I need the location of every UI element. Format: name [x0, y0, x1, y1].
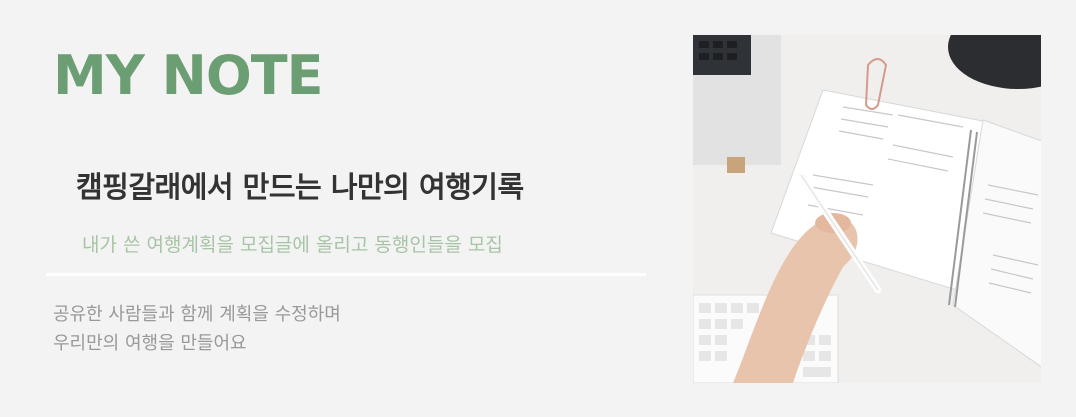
divider	[46, 273, 646, 276]
description-line: 우리만의 여행을 만들어요	[53, 333, 247, 354]
description-line: 공유한 사람들과 함께 계획을 수정하며	[53, 304, 341, 325]
planner-photo	[693, 35, 1041, 383]
subheadline: 내가 쓴 여행계획을 모집글에 올리고 동행인들을 모집	[82, 234, 503, 256]
planner-photo-illustration	[693, 35, 1041, 383]
description: 공유한 사람들과 함께 계획을 수정하며 우리만의 여행을 만들어요	[53, 300, 341, 358]
headline: 캠핑갈래에서 만드는 나만의 여행기록	[76, 170, 524, 204]
brand-title: MY NOTE	[53, 44, 323, 107]
